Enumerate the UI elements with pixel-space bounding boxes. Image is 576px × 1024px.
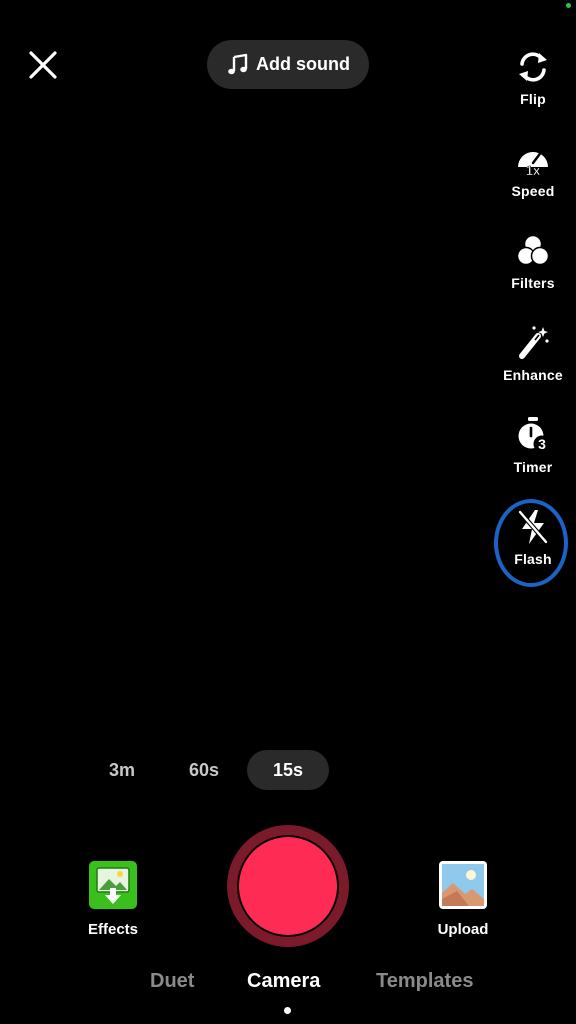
timer-button[interactable]: 3 Timer xyxy=(496,415,570,495)
duration-60s[interactable]: 60s xyxy=(174,750,234,790)
flash-off-icon xyxy=(517,509,549,545)
flash-button[interactable]: Flash xyxy=(494,499,570,587)
speed-icon: 1x xyxy=(518,149,548,178)
add-sound-button[interactable]: Add sound xyxy=(207,40,369,89)
duration-3m[interactable]: 3m xyxy=(92,750,152,790)
tab-duet[interactable]: Duet xyxy=(150,970,194,993)
effects-icon xyxy=(89,861,137,909)
timer-badge: 3 xyxy=(538,436,546,452)
duration-15s[interactable]: 15s xyxy=(247,750,329,790)
effects-button[interactable]: Effects xyxy=(68,861,158,938)
timer-label: Timer xyxy=(513,459,553,475)
mode-tabs: Duet Camera Templates xyxy=(140,970,500,1000)
speed-badge: 1x xyxy=(526,163,541,178)
flip-icon xyxy=(519,52,547,82)
record-button[interactable] xyxy=(227,825,349,947)
tab-templates[interactable]: Templates xyxy=(376,970,473,993)
speed-label: Speed xyxy=(511,183,555,199)
gallery-thumbnail-icon xyxy=(439,861,487,909)
close-icon xyxy=(29,51,57,79)
flip-button[interactable]: Flip xyxy=(496,47,570,127)
flip-label: Flip xyxy=(520,91,546,107)
upload-label: Upload xyxy=(437,921,489,938)
tab-camera[interactable]: Camera xyxy=(247,970,320,993)
close-button[interactable] xyxy=(26,48,60,82)
filters-label: Filters xyxy=(511,275,555,291)
filters-button[interactable]: Filters xyxy=(496,231,570,311)
enhance-icon xyxy=(519,326,549,359)
timer-icon: 3 xyxy=(518,417,551,453)
enhance-button[interactable]: Enhance xyxy=(496,323,570,403)
record-button-core xyxy=(237,835,339,937)
enhance-label: Enhance xyxy=(503,367,563,383)
status-indicator-dot xyxy=(566,3,571,8)
active-mode-indicator xyxy=(284,1007,291,1014)
filters-icon xyxy=(516,234,550,266)
music-note-icon xyxy=(228,53,248,74)
flash-label: Flash xyxy=(514,551,552,567)
duration-selector: 3m 60s 15s xyxy=(82,750,342,790)
effects-label: Effects xyxy=(87,921,139,938)
upload-button[interactable]: Upload xyxy=(418,861,508,938)
speed-button[interactable]: 1x Speed xyxy=(496,139,570,219)
add-sound-label: Add sound xyxy=(256,54,350,74)
